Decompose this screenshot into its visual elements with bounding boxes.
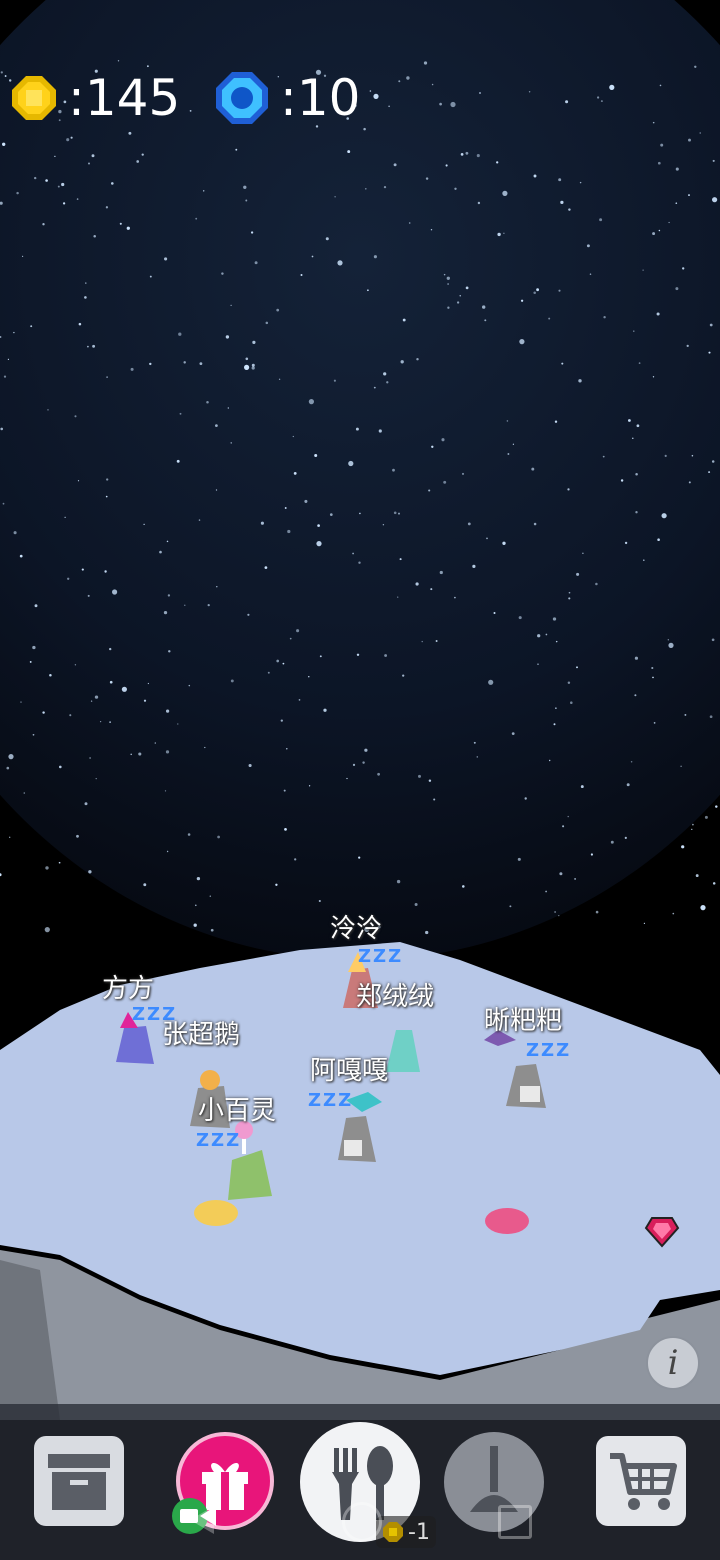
pink-spot (485, 1208, 529, 1234)
coin-icon (383, 1522, 403, 1542)
character-name: 张超鹅 (162, 1020, 241, 1050)
character-name: 方方 (102, 974, 155, 1004)
storage-button[interactable] (34, 1436, 124, 1526)
character-name: 晰粑粑 (484, 1006, 563, 1036)
nav-back-button[interactable] (190, 1506, 214, 1534)
game-platform[interactable] (0, 0, 720, 1560)
info-button[interactable]: i (646, 1336, 700, 1390)
sleep-indicator: ZZZ (358, 946, 404, 967)
sleep-indicator: ZZZ (308, 1090, 354, 1111)
sleep-indicator: ZZZ (526, 1040, 572, 1061)
character-name: 泠泠 (330, 914, 383, 944)
character-name: 郑绒绒 (356, 982, 435, 1012)
cost-label: -1 (408, 1519, 430, 1545)
shop-button[interactable] (596, 1436, 686, 1526)
sleep-indicator: ZZZ (196, 1130, 242, 1151)
cost-badge: -1 (376, 1516, 436, 1548)
character-name: 小百灵 (198, 1096, 277, 1126)
shopping-cart-icon (596, 1436, 686, 1526)
nav-home-button[interactable] (342, 1502, 382, 1542)
yellow-puddle (194, 1200, 238, 1226)
character-name: 阿嘎嘎 (310, 1056, 389, 1086)
nav-recents-button[interactable] (498, 1505, 532, 1539)
storage-box-icon (34, 1436, 124, 1526)
